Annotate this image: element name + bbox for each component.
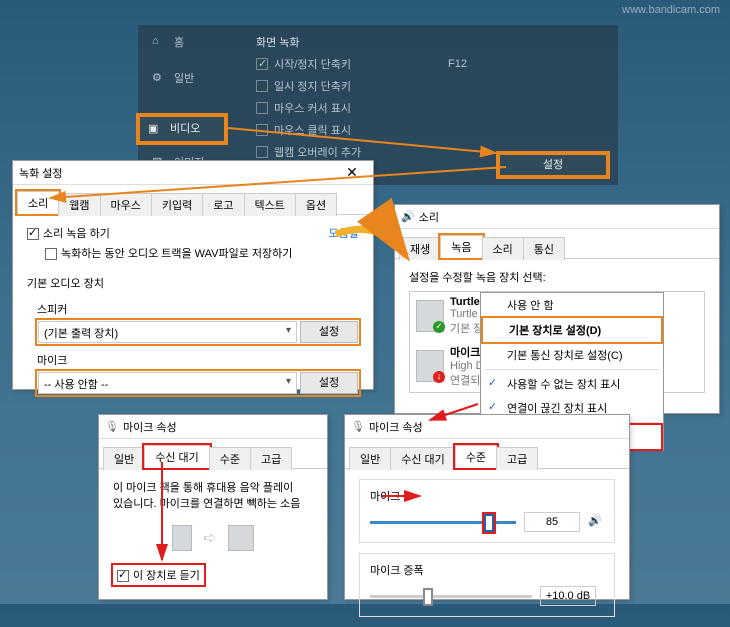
tab-levels[interactable]: 수준 (209, 447, 251, 470)
speaker-settings-button[interactable]: 설정 (300, 321, 358, 343)
bg-item-webcam: 웹캠 오버레이 추가 (274, 144, 361, 160)
checkbox-icon[interactable] (256, 80, 268, 92)
tab-levels[interactable]: 수준 (455, 445, 497, 468)
tab-advanced[interactable]: 고급 (496, 447, 538, 470)
tab-comm[interactable]: 통신 (523, 237, 565, 260)
arrow-icon: ➪ (203, 530, 216, 547)
titlebar: 🔊 소리 (395, 205, 719, 229)
recording-settings-dialog: 녹화 설정 ✕ 소리 웹캠 마우스 키입력 로고 텍스트 옵션 소리 녹음 하기… (12, 160, 374, 390)
device-name: 마이크 (450, 344, 484, 360)
mic-icon (172, 525, 192, 551)
checkbox-icon (27, 228, 39, 240)
bg-item-pause: 일시 정지 단축키 (274, 78, 351, 94)
window-title: 녹화 설정 (19, 165, 63, 181)
device-sub: High D (450, 360, 484, 372)
slider-thumb[interactable] (423, 588, 433, 606)
bg-hotkey: F12 (448, 53, 467, 75)
tab-options[interactable]: 옵션 (295, 193, 337, 216)
tab-bar: 일반 수신 대기 수준 고급 (99, 445, 327, 469)
record-sound-checkbox[interactable]: 소리 녹음 하기 (27, 225, 110, 241)
boost-value: +10.0 dB (540, 586, 596, 606)
group-label: 기본 오디오 장치 (27, 275, 359, 291)
slider-thumb[interactable] (484, 514, 494, 532)
home-icon: ⌂ (152, 35, 166, 49)
mic-label: 마이크 (37, 352, 359, 368)
tab-general[interactable]: 일반 (103, 447, 145, 470)
checkbox-icon[interactable] (256, 146, 268, 158)
tab-bar: 일반 수신 대기 수준 고급 (345, 445, 629, 469)
bg-item-start: 시작/정지 단축키 (274, 56, 351, 72)
mic-properties-levels: 🎙 마이크 속성 일반 수신 대기 수준 고급 마이크 85 🔊 마이크 증폭 (344, 414, 630, 600)
tab-webcam[interactable]: 웹캠 (58, 193, 100, 216)
device-icon (416, 300, 444, 332)
window-title: 마이크 속성 (369, 419, 423, 435)
ctx-set-default[interactable]: 기본 장치로 설정(D) (483, 318, 661, 342)
mic-level-label: 마이크 (370, 488, 604, 504)
mic-level-value: 85 (524, 512, 580, 532)
bg-item-click: 마우스 클릭 표시 (274, 122, 351, 138)
mic-properties-listen: 🎙 마이크 속성 일반 수신 대기 수준 고급 이 마이크 잭을 통해 휴대용 … (98, 414, 328, 600)
tab-playback[interactable]: 재생 (399, 237, 441, 260)
titlebar: 🎙 마이크 속성 (345, 415, 629, 439)
speaker-dropdown[interactable]: (기본 출력 장치) (38, 321, 297, 343)
sidebar-home[interactable]: 홈 (174, 34, 184, 50)
tab-sound[interactable]: 소리 (17, 191, 59, 214)
mic-level-slider[interactable] (370, 521, 516, 524)
tab-bar: 소리 웹캠 마우스 키입력 로고 텍스트 옵션 (13, 191, 373, 215)
close-button[interactable]: ✕ (337, 164, 367, 181)
ctx-set-default-comm[interactable]: 기본 통신 장치로 설정(C) (481, 343, 663, 367)
tab-general[interactable]: 일반 (349, 447, 391, 470)
desc-line1: 이 마이크 잭을 통해 휴대용 음악 플레이 (113, 479, 313, 495)
checkbox-icon (45, 248, 57, 260)
tab-text[interactable]: 텍스트 (244, 193, 296, 216)
window-title: 소리 (419, 209, 439, 225)
tab-sounds[interactable]: 소리 (482, 237, 524, 260)
tab-key[interactable]: 키입력 (151, 193, 203, 216)
mic-settings-button[interactable]: 설정 (300, 372, 358, 394)
titlebar: 🎙 마이크 속성 (99, 415, 327, 439)
sidebar-general[interactable]: 일반 (174, 70, 194, 86)
window-title: 마이크 속성 (123, 419, 177, 435)
speaker-icon[interactable]: 🔊 (588, 514, 604, 530)
speaker-icon (228, 525, 254, 551)
bg-section-title: 화면 녹화 (256, 31, 300, 53)
boost-slider[interactable] (370, 595, 532, 598)
checkbox-icon[interactable] (256, 102, 268, 114)
ctx-show-disabled[interactable]: 사용할 수 없는 장치 표시 (481, 372, 663, 396)
separator (485, 369, 659, 370)
titlebar: 녹화 설정 ✕ (13, 161, 373, 185)
sidebar-video[interactable]: ▣비디오 (138, 115, 226, 143)
device-status: 연결되 (450, 372, 484, 388)
tab-advanced[interactable]: 고급 (250, 447, 292, 470)
tab-listen[interactable]: 수신 대기 (390, 447, 456, 470)
bg-settings-button[interactable]: 설정 (498, 153, 608, 177)
device-icon (416, 350, 444, 382)
tab-bar: 재생 녹음 소리 통신 (395, 235, 719, 259)
tab-logo[interactable]: 로고 (202, 193, 244, 216)
listen-device-checkbox[interactable]: 이 장치로 듣기 (113, 565, 204, 585)
tab-listen[interactable]: 수신 대기 (144, 445, 210, 468)
checkbox-icon[interactable]: ✓ (256, 58, 268, 70)
checkbox-icon (117, 570, 129, 582)
prompt: 설정을 수정할 녹음 장치 선택: (409, 269, 705, 285)
mic-dropdown[interactable]: -- 사용 안함 -- (38, 372, 297, 394)
video-icon: ▣ (148, 117, 162, 131)
gear-icon: ⚙ (152, 71, 166, 85)
desc-line2: 있습니다. 마이크를 연결하면 빽하는 소음 (113, 495, 313, 511)
ctx-disable[interactable]: 사용 안 함 (481, 293, 663, 317)
boost-label: 마이크 증폭 (370, 562, 604, 578)
mic-icon: 🎙 (351, 420, 365, 433)
speaker-icon: 🔊 (401, 210, 415, 223)
checkbox-icon[interactable] (256, 124, 268, 136)
tab-mouse[interactable]: 마우스 (100, 193, 152, 216)
save-wav-checkbox[interactable]: 녹화하는 동안 오디오 트랙을 WAV파일로 저장하기 (45, 248, 292, 260)
mic-icon: 🎙 (105, 420, 119, 433)
tab-recording[interactable]: 녹음 (440, 235, 482, 258)
watermark: www.bandicam.com (622, 4, 720, 16)
help-link[interactable]: 도움말 (329, 225, 359, 241)
speaker-label: 스피커 (37, 301, 359, 317)
bg-item-cursor: 마우스 커서 표시 (274, 100, 351, 116)
